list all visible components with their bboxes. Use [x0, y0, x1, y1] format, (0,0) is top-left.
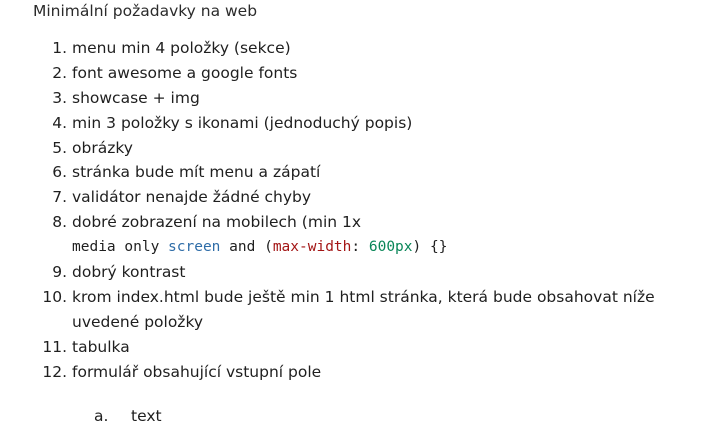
code-and: and	[220, 239, 265, 256]
list-text: stránka bude mít menu a zápatí	[72, 163, 321, 182]
list-item: 6. stránka bude mít menu a zápatí	[0, 160, 715, 185]
code-paren-close: ) {}	[412, 239, 448, 256]
list-item-continuation: media only screen and (max-width: 600px)…	[0, 235, 715, 260]
list-item: 12. formulář obsahující vstupní pole	[0, 360, 715, 385]
list-number: 10.	[42, 287, 67, 306]
list-number: 2.	[52, 63, 67, 82]
list-text: formulář obsahující vstupní pole	[72, 362, 322, 381]
list-text: showcase + img	[72, 88, 200, 107]
list-item: 2. font awesome a google fonts	[0, 61, 715, 86]
list-item: 4. min 3 položky s ikonami (jednoduchý p…	[0, 111, 715, 136]
list-number: 5.	[52, 138, 67, 157]
list-number: 6.	[52, 163, 67, 182]
page-title: Minimální požadavky na web	[33, 2, 258, 20]
code-600px: 600px	[368, 239, 413, 256]
code-paren-open: (	[264, 239, 273, 256]
list-number: 8.	[52, 213, 67, 232]
list-item: 3. showcase + img	[0, 86, 715, 111]
list-text: uvedené položky	[72, 312, 204, 331]
code-max-width: max-width	[272, 239, 352, 256]
code-colon: :	[351, 239, 369, 256]
list-number: 1.	[52, 39, 67, 57]
list-text: menu min 4 položky (sekce)	[72, 39, 291, 57]
list-item: 10. krom index.html bude ještě min 1 htm…	[0, 285, 715, 310]
list-item: 1. menu min 4 položky (sekce)	[0, 36, 715, 61]
list-text: dobré zobrazení na mobilech (min 1x	[72, 213, 362, 232]
sub-list-text: text	[131, 407, 162, 422]
list-text: krom index.html bude ještě min 1 html st…	[72, 287, 655, 306]
code-screen: screen	[168, 239, 221, 256]
list-number: 7.	[52, 188, 67, 207]
list-item: 9. dobrý kontrast	[0, 260, 715, 285]
list-item-continuation: uvedené položky	[0, 310, 715, 335]
list-item: 8. dobré zobrazení na mobilech (min 1x	[0, 210, 715, 235]
list-item: 11. tabulka	[0, 335, 715, 360]
list-number: 3.	[52, 88, 67, 107]
list-item: 5. obrázky	[0, 136, 715, 161]
list-number: 11.	[42, 337, 67, 356]
code-snippet: media only screen and (max-width: 600px)…	[72, 235, 447, 260]
list-number: 4.	[52, 113, 67, 132]
list-item: 7. validátor nenajde žádné chyby	[0, 185, 715, 210]
list-text: min 3 položky s ikonami (jednoduchý popi…	[72, 113, 413, 132]
list-text: validátor nenajde žádné chyby	[72, 188, 312, 207]
sub-list-letter: a.	[94, 407, 109, 422]
list-number: 9.	[52, 263, 67, 282]
list-text: tabulka	[72, 337, 130, 356]
list-text: font awesome a google fonts	[72, 63, 298, 82]
code-media: media only	[72, 239, 169, 256]
requirements-list: 1. menu min 4 položky (sekce) 2. font aw…	[0, 36, 715, 384]
list-number: 12.	[42, 362, 67, 381]
list-text: dobrý kontrast	[72, 263, 186, 282]
list-text: obrázky	[72, 138, 133, 157]
